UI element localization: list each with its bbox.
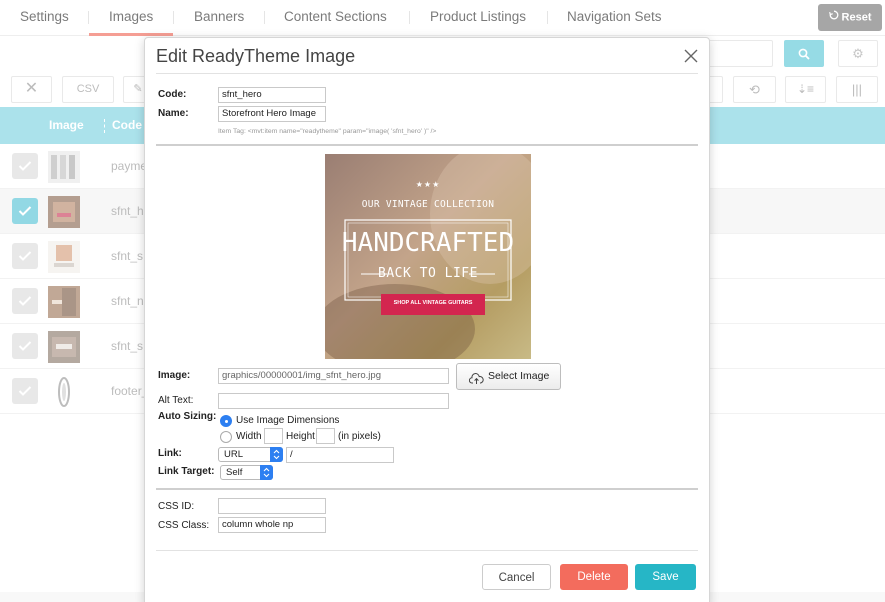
select-image-button[interactable]: Select Image: [456, 363, 561, 390]
hero-stars: ★★★: [415, 180, 441, 189]
name-field[interactable]: Storefront Hero Image: [218, 106, 326, 122]
alt-text-field[interactable]: [218, 393, 449, 409]
hero-line-3: BACK TO LIFE: [378, 266, 478, 281]
alt-text-label: Alt Text:: [158, 395, 194, 406]
delete-button[interactable]: Delete: [560, 564, 628, 590]
image-path-field[interactable]: graphics/00000001/img_sfnt_hero.jpg: [218, 368, 449, 384]
css-class-label: CSS Class:: [158, 520, 210, 531]
link-type-select[interactable]: URL: [218, 447, 283, 462]
link-type-value: URL: [224, 449, 244, 460]
divider: [156, 73, 698, 74]
width-field[interactable]: [264, 428, 283, 444]
use-image-dimensions-radio[interactable]: [220, 415, 232, 427]
hero-line-2: HANDCRAFTED: [341, 228, 515, 258]
image-label: Image:: [158, 370, 191, 381]
upload-cloud-icon: [468, 370, 484, 395]
width-label: Width: [236, 431, 262, 442]
use-image-dimensions-label: Use Image Dimensions: [236, 415, 340, 426]
save-button[interactable]: Save: [635, 564, 696, 590]
custom-size-radio[interactable]: [220, 431, 232, 443]
css-class-field[interactable]: column whole np: [218, 517, 326, 533]
select-arrows-icon: [270, 447, 283, 462]
code-field[interactable]: sfnt_hero: [218, 87, 326, 103]
link-target-label: Link Target:: [158, 466, 215, 477]
hero-cta: SHOP ALL VINTAGE GUITARS: [393, 300, 473, 306]
hero-line-1: OUR VINTAGE COLLECTION: [361, 199, 495, 210]
select-image-label: Select Image: [488, 370, 550, 382]
cancel-button[interactable]: Cancel: [482, 564, 551, 590]
css-id-label: CSS ID:: [158, 501, 195, 512]
pixels-label: (in pixels): [338, 431, 381, 442]
divider: [156, 550, 698, 551]
image-preview: ★★★ OUR VINTAGE COLLECTION HANDCRAFTED B…: [325, 154, 531, 359]
link-target-select[interactable]: Self: [220, 465, 273, 480]
auto-sizing-label: Auto Sizing:: [158, 411, 217, 422]
divider: [156, 144, 698, 146]
edit-image-dialog: Edit ReadyTheme Image Code: sfnt_hero Na…: [144, 37, 710, 602]
page: { "nav": { "tabs": [ {"label": "Settings…: [0, 0, 885, 602]
close-icon: [684, 49, 698, 63]
height-field[interactable]: [316, 428, 335, 444]
dialog-title: Edit ReadyTheme Image: [156, 46, 356, 66]
item-tag-hint: Item Tag: <mvt:item name="readytheme" pa…: [218, 128, 437, 135]
name-label: Name:: [158, 108, 189, 119]
code-label: Code:: [158, 89, 187, 100]
height-label: Height: [286, 431, 315, 442]
divider: [156, 488, 698, 490]
link-label: Link:: [158, 448, 182, 459]
link-target-value: Self: [226, 467, 243, 478]
select-arrows-icon: [260, 465, 273, 480]
close-dialog-button[interactable]: [682, 47, 700, 65]
css-id-field[interactable]: [218, 498, 326, 514]
link-url-field[interactable]: /: [286, 447, 394, 463]
